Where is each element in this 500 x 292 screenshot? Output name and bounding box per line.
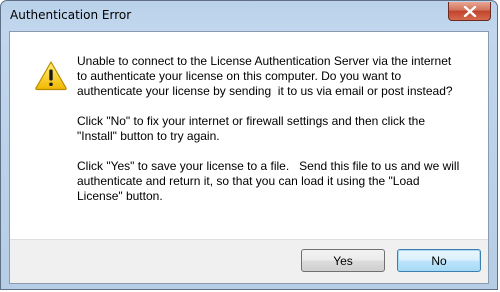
no-button[interactable]: No — [397, 249, 481, 272]
warning-icon — [34, 60, 68, 95]
dialog-client-area: Unable to connect to the License Authent… — [9, 31, 489, 284]
close-button[interactable] — [448, 2, 491, 21]
message-paragraph-3: Click "Yes" to save your license to a fi… — [77, 159, 460, 203]
title-bar[interactable]: Authentication Error — [1, 1, 497, 31]
message-text: Unable to connect to the License Authent… — [77, 54, 477, 219]
message-area: Unable to connect to the License Authent… — [10, 32, 488, 239]
button-bar: Yes No — [10, 239, 488, 283]
yes-button[interactable]: Yes — [301, 249, 385, 272]
message-paragraph-2: Click "No" to fix your internet or firew… — [77, 114, 425, 143]
window-title: Authentication Error — [10, 8, 132, 22]
close-icon — [463, 5, 477, 17]
message-paragraph-1: Unable to connect to the License Authent… — [77, 54, 453, 98]
dialog-window: Authentication Error Unable to connect t… — [0, 0, 498, 290]
